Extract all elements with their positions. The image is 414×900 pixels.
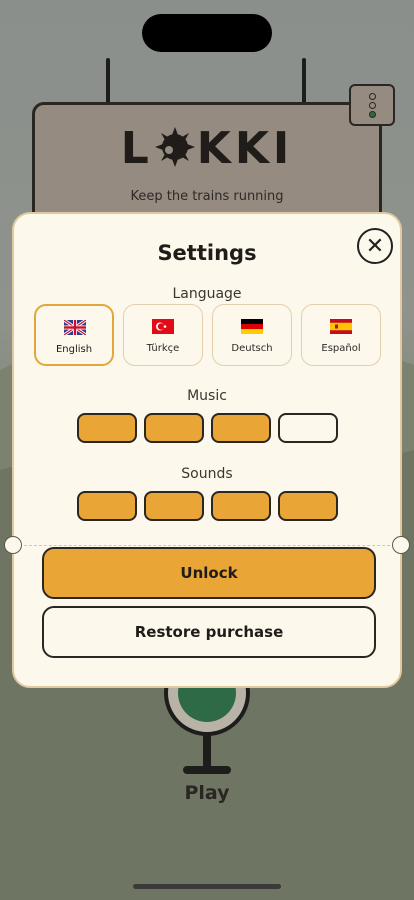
language-german-label: Deutsch (231, 343, 273, 354)
settings-panel: Settings ✕ Language English Türkçe Deuts… (4, 212, 410, 688)
music-label: Music (187, 388, 227, 404)
sounds-level-3[interactable] (211, 491, 271, 521)
music-level-1[interactable] (77, 413, 137, 443)
language-turkish-label: Türkçe (146, 343, 180, 354)
lion-face-icon (154, 127, 195, 167)
music-level-2[interactable] (144, 413, 204, 443)
sounds-label: Sounds (181, 466, 233, 482)
settings-title: Settings (157, 241, 257, 265)
sounds-level-4[interactable] (278, 491, 338, 521)
sounds-level-1[interactable] (77, 491, 137, 521)
sounds-volume (77, 491, 338, 521)
music-level-4[interactable] (278, 413, 338, 443)
signal-post (203, 734, 211, 770)
language-turkish[interactable]: Türkçe (123, 304, 203, 366)
ticket-notch-right (392, 536, 410, 554)
unlock-button[interactable]: Unlock (42, 547, 376, 599)
language-label: Language (172, 286, 242, 302)
language-german[interactable]: Deutsch (212, 304, 292, 366)
tagline: Keep the trains running (130, 189, 284, 204)
spain-flag-icon (330, 319, 352, 334)
germany-flag-icon (241, 319, 263, 334)
uk-flag-icon (64, 320, 86, 335)
language-english-label: English (55, 344, 93, 355)
language-spanish-label: Español (321, 343, 361, 354)
signal-base (183, 766, 231, 774)
ticket-divider (14, 545, 400, 546)
music-volume (77, 413, 338, 443)
music-level-3[interactable] (211, 413, 271, 443)
turkey-flag-icon (152, 319, 174, 334)
close-icon: ✕ (365, 233, 385, 259)
sounds-level-2[interactable] (144, 491, 204, 521)
traffic-light-icon[interactable] (349, 84, 395, 126)
language-spanish[interactable]: Español (301, 304, 381, 366)
home-indicator (133, 884, 281, 889)
close-button[interactable]: ✕ (357, 228, 393, 264)
logo-letter-l: L (120, 123, 153, 174)
language-english[interactable]: English (34, 304, 114, 366)
language-options: English Türkçe Deutsch Español (34, 304, 381, 366)
sign-pole-right (302, 58, 306, 104)
title-sign: L KKI Keep the trains running (32, 102, 382, 230)
lokki-logo: L KKI (35, 123, 379, 174)
play-button[interactable]: Play (0, 782, 414, 804)
sign-pole-left (106, 58, 110, 104)
device-notch (142, 14, 272, 52)
ticket-notch-left (4, 536, 22, 554)
logo-letters-kki: KKI (196, 123, 294, 174)
restore-purchase-button[interactable]: Restore purchase (42, 606, 376, 658)
